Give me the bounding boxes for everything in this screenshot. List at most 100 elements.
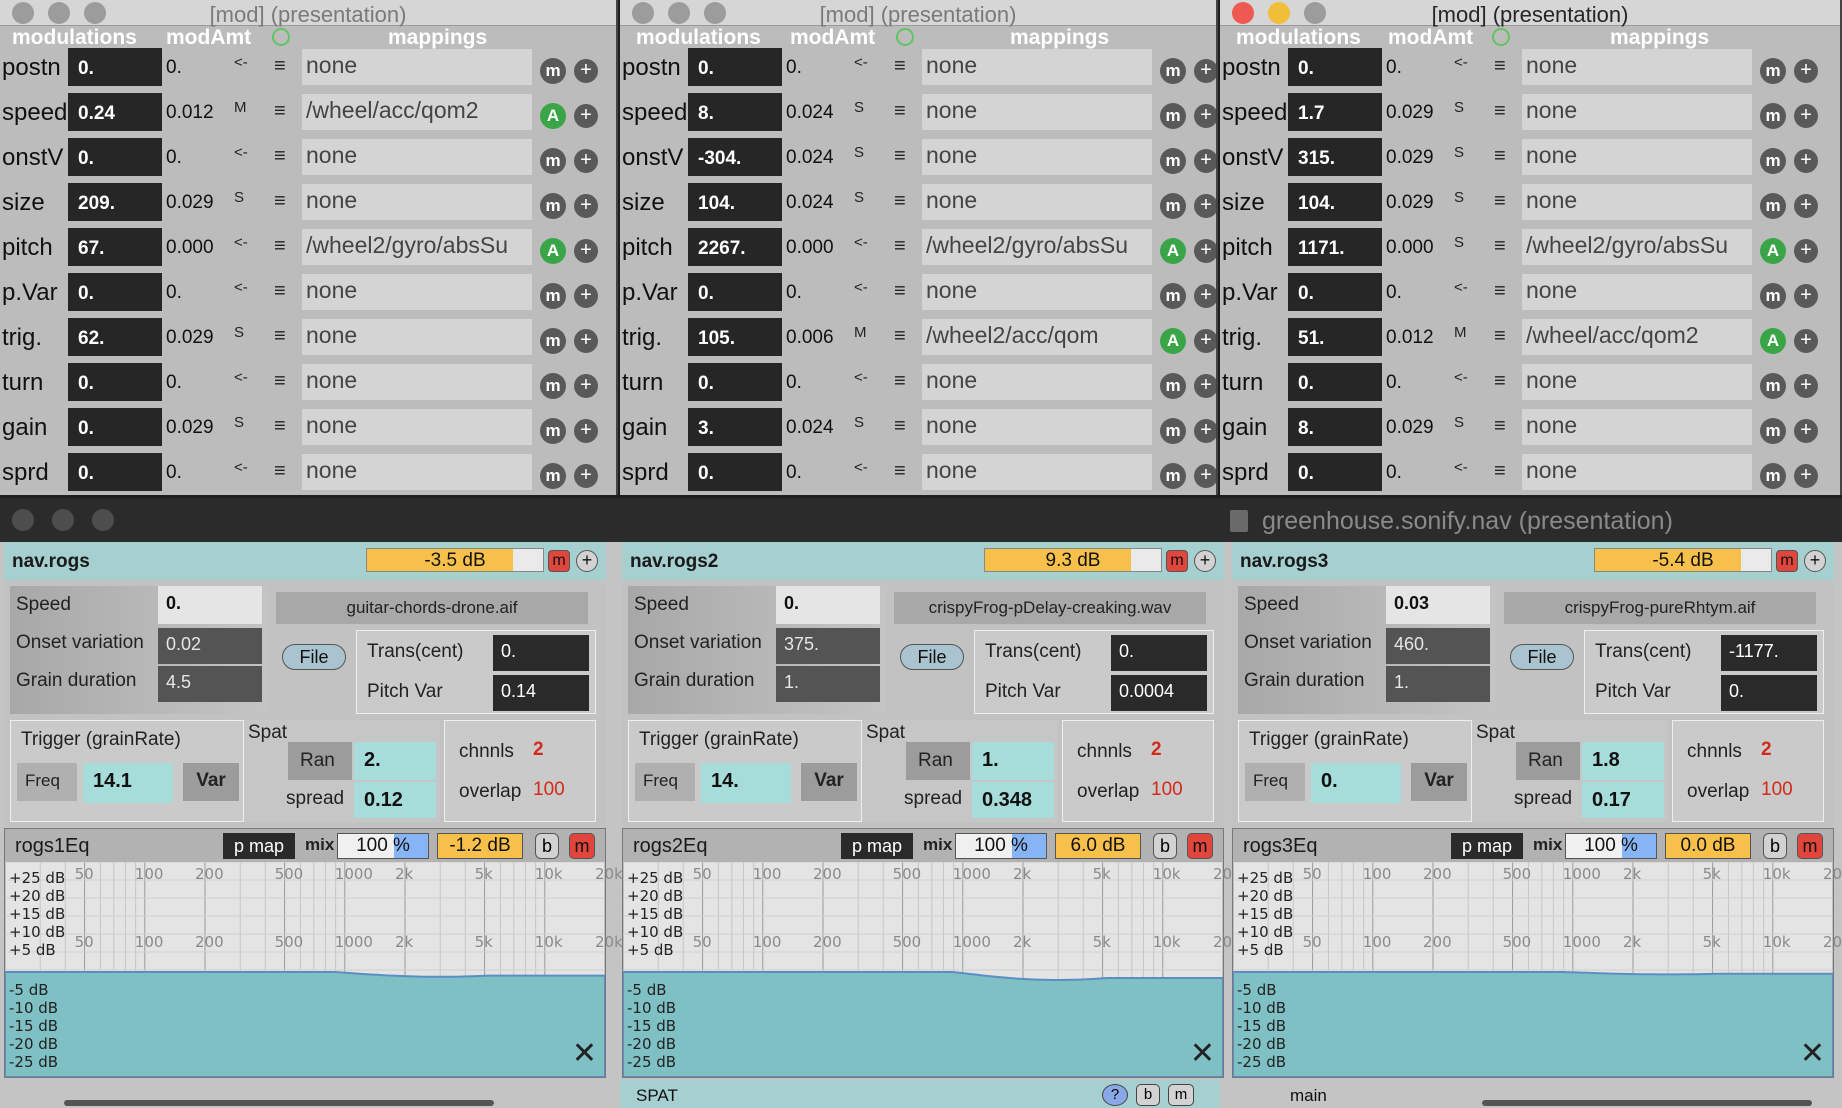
close-icon[interactable]: ✕ <box>572 1036 597 1071</box>
mod-amount[interactable]: 0.000 <box>1386 237 1434 259</box>
add-icon[interactable]: + <box>574 194 598 218</box>
add-icon[interactable]: + <box>1794 59 1818 83</box>
mod-amount[interactable]: 0. <box>1386 372 1402 394</box>
add-icon[interactable]: + <box>1194 104 1216 128</box>
mapping-field[interactable]: none <box>922 139 1152 175</box>
mod-amount[interactable]: 0.029 <box>1386 192 1434 214</box>
mode-symbol[interactable]: <- <box>1454 54 1468 71</box>
add-icon[interactable]: + <box>574 329 598 353</box>
mod-amount[interactable]: 0. <box>166 462 182 484</box>
mapping-button[interactable]: m <box>540 373 566 399</box>
mode-symbol[interactable]: <- <box>1454 459 1468 476</box>
value-number-box[interactable]: 0. <box>68 138 162 176</box>
mode-symbol[interactable]: <- <box>854 54 868 71</box>
mapping-field[interactable]: none <box>922 49 1152 85</box>
speed-field[interactable]: 0. <box>776 586 880 624</box>
speed-field[interactable]: 0. <box>158 586 262 624</box>
mod-amount[interactable]: 0.029 <box>1386 417 1434 439</box>
eq-gain-field[interactable]: 0.0 dB <box>1665 833 1751 859</box>
mod-amount[interactable]: 0.024 <box>786 417 834 439</box>
trans-cent-field[interactable]: -1177. <box>1721 635 1817 671</box>
eq-graph[interactable] <box>1233 862 1833 1077</box>
active-mapping-button[interactable]: A <box>540 103 566 129</box>
mapping-field[interactable]: none <box>1522 364 1752 400</box>
mapping-field[interactable]: none <box>1522 184 1752 220</box>
add-icon[interactable]: + <box>574 59 598 83</box>
value-number-box[interactable]: 0. <box>68 48 162 86</box>
file-button[interactable]: File <box>282 644 346 670</box>
mapping-button[interactable]: m <box>540 58 566 84</box>
value-number-box[interactable]: 0. <box>1288 363 1382 401</box>
mode-symbol[interactable]: <- <box>1454 279 1468 296</box>
mode-symbol[interactable]: M <box>234 99 247 116</box>
add-icon[interactable]: + <box>1794 104 1818 128</box>
mapping-field[interactable]: none <box>302 454 532 490</box>
value-number-box[interactable]: 0. <box>688 273 782 311</box>
mapping-field[interactable]: none <box>922 454 1152 490</box>
mapping-button[interactable]: m <box>540 283 566 309</box>
add-icon[interactable]: + <box>574 239 598 263</box>
mapping-button[interactable]: m <box>540 418 566 444</box>
mapping-field[interactable]: none <box>922 274 1152 310</box>
onset-variation-field[interactable]: 375. <box>776 628 880 664</box>
grain-duration-field[interactable]: 1. <box>1386 666 1490 702</box>
chnnls-value[interactable]: 2 <box>1151 739 1162 761</box>
add-icon[interactable]: + <box>1794 194 1818 218</box>
mapping-field[interactable]: none <box>302 319 532 355</box>
add-icon[interactable]: + <box>1194 149 1216 173</box>
active-mapping-button[interactable]: A <box>540 238 566 264</box>
mapping-field[interactable]: none <box>1522 454 1752 490</box>
p-map-button[interactable]: p map <box>1451 833 1523 859</box>
value-number-box[interactable]: 0. <box>1288 453 1382 491</box>
mod-amount[interactable]: 0. <box>166 147 182 169</box>
menu-icon[interactable]: ≡ <box>894 55 906 78</box>
value-number-box[interactable]: 209. <box>68 183 162 221</box>
mod-amount[interactable]: 0. <box>1386 282 1402 304</box>
menu-icon[interactable]: ≡ <box>274 370 286 393</box>
mod-amount[interactable]: 0. <box>786 282 802 304</box>
mute-button[interactable]: m <box>1797 833 1823 859</box>
menu-icon[interactable]: ≡ <box>1494 190 1506 213</box>
mute-button[interactable]: m <box>548 550 570 572</box>
mode-symbol[interactable]: M <box>1454 324 1467 341</box>
title-bar[interactable]: [mod] (presentation) <box>620 0 1216 27</box>
menu-icon[interactable]: ≡ <box>274 415 286 438</box>
value-number-box[interactable]: 105. <box>688 318 782 356</box>
menu-icon[interactable]: ≡ <box>894 415 906 438</box>
mode-symbol[interactable]: S <box>1454 189 1464 206</box>
grain-duration-field[interactable]: 4.5 <box>158 666 262 702</box>
mod-amount[interactable]: 0.000 <box>166 237 214 259</box>
b-button[interactable]: b <box>1136 1084 1160 1106</box>
menu-icon[interactable]: ≡ <box>1494 415 1506 438</box>
menu-icon[interactable]: ≡ <box>1494 370 1506 393</box>
onset-variation-field[interactable]: 0.02 <box>158 628 262 664</box>
mapping-button[interactable]: m <box>1760 418 1786 444</box>
mod-amount[interactable]: 0. <box>786 57 802 79</box>
mapping-field[interactable]: none <box>922 409 1152 445</box>
freq-field[interactable]: 14. <box>701 763 791 803</box>
file-button[interactable]: File <box>1510 644 1574 670</box>
menu-icon[interactable]: ≡ <box>274 190 286 213</box>
mapping-field[interactable]: none <box>1522 139 1752 175</box>
add-icon[interactable]: + <box>1194 550 1216 572</box>
mapping-field[interactable]: none <box>1522 49 1752 85</box>
value-number-box[interactable]: 67. <box>68 228 162 266</box>
mapping-button[interactable]: m <box>1760 463 1786 489</box>
mapping-field[interactable]: /wheel2/gyro/absSu <box>302 229 532 265</box>
trans-cent-field[interactable]: 0. <box>493 635 589 671</box>
mod-amount[interactable]: 0. <box>1386 462 1402 484</box>
trans-cent-field[interactable]: 0. <box>1111 635 1207 671</box>
mapping-button[interactable]: m <box>1160 193 1186 219</box>
add-icon[interactable]: + <box>574 284 598 308</box>
mode-symbol[interactable]: <- <box>234 54 248 71</box>
active-mapping-button[interactable]: A <box>1760 328 1786 354</box>
mode-symbol[interactable]: S <box>234 189 244 206</box>
mod-amount[interactable]: 0.024 <box>786 102 834 124</box>
chnnls-value[interactable]: 2 <box>1761 739 1772 761</box>
add-icon[interactable]: + <box>1794 329 1818 353</box>
mapping-field[interactable]: none <box>922 94 1152 130</box>
close-button[interactable] <box>12 509 34 531</box>
spread-field[interactable]: 0.17 <box>1582 782 1664 818</box>
mapping-field[interactable]: /wheel2/acc/qom <box>922 319 1152 355</box>
value-number-box[interactable]: 0.24 <box>68 93 162 131</box>
